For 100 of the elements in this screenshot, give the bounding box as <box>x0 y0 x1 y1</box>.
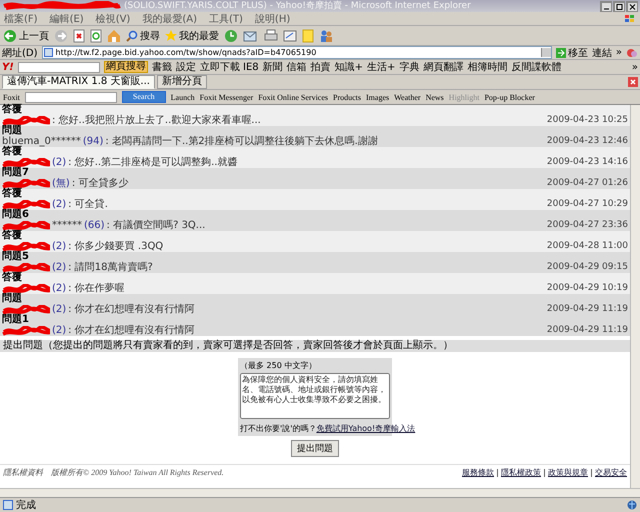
close-tab-button[interactable] <box>628 77 638 87</box>
favorites-button[interactable]: 我的最愛 <box>165 28 219 42</box>
submit-question-button[interactable]: 提出問題 <box>291 440 339 457</box>
entry-time: 2009-04-23 12:46 <box>546 136 628 147</box>
rating-link[interactable]: (2) <box>52 241 66 252</box>
home-icon[interactable] <box>107 28 121 42</box>
menu-item[interactable]: 我的最愛(A) <box>142 12 197 26</box>
entry-time: 2009-04-27 01:26 <box>546 178 628 189</box>
menu-item[interactable]: 編輯(E) <box>50 12 84 26</box>
rating-link[interactable]: (無) <box>52 178 70 189</box>
toolbar-item[interactable]: News <box>426 92 444 102</box>
refresh-icon[interactable] <box>90 28 102 42</box>
question-field[interactable]: 為保障您的個人資料安全，請勿填寫姓名、電話號碼、地址或銀行帳號等內容，以免被有心人士收集導致不必要之困擾。 <box>240 373 390 419</box>
toolbar-item[interactable]: Weather <box>394 92 421 102</box>
hint-text: 打不出你要'說'的嗎？ <box>240 423 316 434</box>
toolbar-item[interactable]: Products <box>333 92 362 102</box>
chevron-icon[interactable]: » <box>632 62 638 72</box>
address-field[interactable]: http://tw.f2.page.bid.yahoo.com/tw/show/qnads?aID=b47065190 <box>42 46 552 59</box>
note-icon[interactable] <box>302 28 314 42</box>
toolbar-item[interactable]: 立即下載 IE8 <box>200 60 259 74</box>
rating-link[interactable]: (2) <box>52 304 66 315</box>
toolbar-item[interactable]: Foxit Messenger <box>200 92 254 102</box>
rating-link[interactable]: (94) <box>82 136 104 147</box>
foxit-logo[interactable]: Foxit <box>3 92 20 102</box>
toolbar-item[interactable]: Images <box>366 92 390 102</box>
entry-heading: 問題7 <box>2 168 30 178</box>
back-button[interactable]: 上一頁 <box>3 28 49 42</box>
stop-icon[interactable] <box>73 28 85 42</box>
entry-heading: 問題6 <box>2 210 30 220</box>
toolbar-item[interactable]: 相簿時間 <box>467 60 508 74</box>
toolbar-item[interactable]: 信箱 <box>286 60 307 74</box>
toolbar-item[interactable]: 書籤 <box>152 60 172 74</box>
entry-heading: 答覆 <box>2 189 23 199</box>
go-button[interactable]: 移至 <box>556 46 588 60</box>
entry-heading: 問題1 <box>2 315 30 325</box>
messenger-icon[interactable] <box>626 48 638 58</box>
footer-link[interactable]: 隱私權政策 <box>501 467 541 478</box>
printer-icon[interactable] <box>264 28 278 42</box>
entry-heading: 答覆 <box>2 105 23 115</box>
entry-time: 2009-04-27 10:29 <box>546 199 628 210</box>
forward-icon[interactable] <box>54 28 68 42</box>
entry-heading: 答覆 <box>2 273 23 283</box>
toolbar-item[interactable]: Foxit Online Services <box>258 92 328 102</box>
menu-item[interactable]: 說明(H) <box>254 12 290 26</box>
menu-item[interactable]: 檢視(V) <box>96 12 130 26</box>
maximize-button[interactable] <box>613 0 625 12</box>
rating-link[interactable]: (2) <box>52 199 66 210</box>
web-search-button[interactable]: 網頁搜尋 <box>104 61 148 73</box>
foxit-search-field[interactable] <box>24 92 117 102</box>
entry-time: 2009-04-23 14:16 <box>546 157 628 168</box>
menu-item[interactable]: 工具(T) <box>209 12 243 26</box>
entry-heading: 答覆 <box>2 147 22 157</box>
entry-time: 2009-04-28 11:00 <box>546 241 628 252</box>
rating-link[interactable]: (2) <box>52 283 66 294</box>
links-label[interactable]: 連結 <box>592 46 612 60</box>
menu-item[interactable]: 檔案(F) <box>4 12 38 26</box>
toolbar-item[interactable]: 新聞 <box>262 60 283 74</box>
edit-icon[interactable] <box>283 28 297 42</box>
toolbar-item[interactable]: 反間諜軟體 <box>511 60 562 74</box>
toolbar-item[interactable]: 生活+ <box>367 60 396 74</box>
history-icon[interactable] <box>224 28 238 42</box>
browser-tab[interactable]: 新增分頁 <box>156 75 207 89</box>
limit-note: （最多 250 中文字） <box>240 360 318 371</box>
people-icon[interactable] <box>319 28 333 42</box>
toolbar-item[interactable]: Pop-up Blocker <box>484 92 535 102</box>
ask-heading: 提出問題（您提出的問題將只有賣家看的到，賣家可選擇是否回答，賣家回答後才會於頁面上顯示。） <box>0 340 630 352</box>
toolbar-item[interactable]: 拍賣 <box>310 60 331 74</box>
entry-text: : 請問18萬肯賣嗎? <box>68 262 153 273</box>
status-text: 完成 <box>16 498 36 512</box>
yahoo-search-field[interactable] <box>18 62 100 72</box>
rating-link[interactable]: (66) <box>84 220 105 231</box>
footer-link[interactable]: 交易安全 <box>595 467 627 478</box>
star-icon <box>165 30 177 42</box>
ime-link[interactable]: 免費試用Yahoo!奇摩輸入法 <box>316 423 416 434</box>
foxit-search-button[interactable]: Search <box>122 91 166 103</box>
toolbar-item[interactable]: 字典 <box>399 60 420 74</box>
footer-link[interactable]: 服務條款 <box>462 467 494 478</box>
toolbar-item[interactable]: 網頁翻譯 <box>423 60 464 74</box>
footer-link[interactable]: 政策與規章 <box>548 467 588 478</box>
entry-text: : 你才在幻想哩有沒有行情阿 <box>68 304 195 315</box>
chevron-icon[interactable]: » <box>616 47 622 58</box>
toolbar-item[interactable]: 設定 <box>176 60 196 74</box>
page-icon <box>44 48 53 57</box>
search-button[interactable]: 搜尋 <box>126 28 160 42</box>
search-icon <box>126 30 138 42</box>
rating-link[interactable]: (2) <box>52 262 66 273</box>
toolbar-item[interactable]: Launch <box>170 92 195 102</box>
close-button[interactable] <box>626 0 638 12</box>
mail-icon[interactable] <box>243 28 259 42</box>
browser-tab[interactable]: 遠傳汽車-MATRIX 1.8 天窗販... <box>2 75 155 89</box>
entry-time: 2009-04-29 11:19 <box>546 304 628 315</box>
entry-text: : 您好..我把照片放上去了..歡迎大家來看車喔... <box>52 115 261 126</box>
minimize-button[interactable] <box>600 0 612 12</box>
yahoo-logo[interactable]: Y! <box>2 62 14 72</box>
rating-link[interactable]: (2) <box>52 325 66 336</box>
entry-time: 2009-04-29 11:19 <box>546 325 628 336</box>
rating-link[interactable]: (2) <box>52 157 66 168</box>
page-icon <box>3 500 13 510</box>
globe-icon <box>627 500 637 510</box>
toolbar-item[interactable]: 知識+ <box>334 60 364 74</box>
